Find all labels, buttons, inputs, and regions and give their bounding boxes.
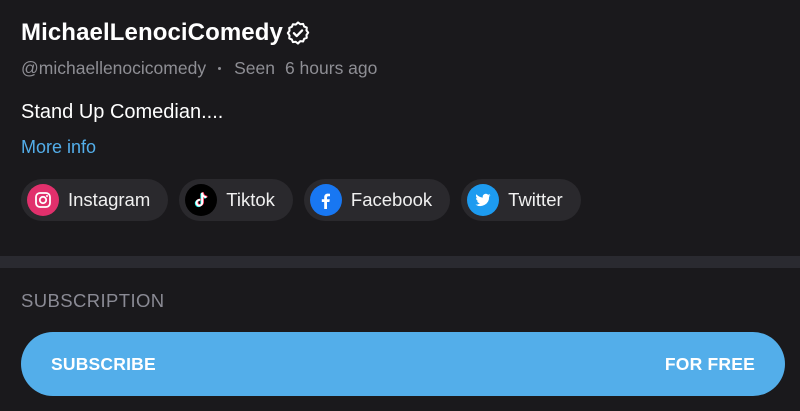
twitter-label: Twitter [508, 189, 563, 210]
facebook-icon [309, 184, 342, 216]
section-divider [0, 256, 800, 268]
tiktok-label: Tiktok [226, 189, 275, 210]
profile-handle: @michaellenocicomedy [21, 58, 207, 78]
tiktok-icon [185, 184, 218, 216]
seen-label: Seen [234, 58, 275, 78]
subscription-header: SUBSCRIPTION [21, 290, 165, 311]
subscription-section: SUBSCRIPTION SUBSCRIBE FOR FREE [0, 268, 800, 411]
profile-bio: Stand Up Comedian.... [21, 101, 224, 123]
verified-badge-icon [286, 21, 310, 45]
instagram-label: Instagram [68, 189, 151, 210]
twitter-link[interactable]: Twitter [461, 179, 581, 221]
more-info-link[interactable]: More info [21, 136, 96, 158]
facebook-label: Facebook [350, 189, 433, 210]
profile-meta: @michaellenocicomedy Seen 6 hours ago [21, 57, 377, 79]
name-row: MichaelLenociComedy [21, 16, 311, 50]
profile-section: MichaelLenociComedy @michaellenocicomedy… [0, 0, 800, 256]
seen-time: 6 hours ago [284, 58, 378, 78]
tiktok-link[interactable]: Tiktok [179, 179, 293, 221]
twitter-icon [467, 184, 500, 216]
facebook-link[interactable]: Facebook [303, 179, 451, 221]
separator-dot [218, 66, 222, 70]
subscribe-button[interactable]: SUBSCRIBE FOR FREE [21, 332, 785, 396]
profile-name: MichaelLenociComedy [21, 19, 283, 46]
subscribe-price-label: FOR FREE [664, 353, 755, 374]
social-links: Instagram Tiktok Facebook Twitter [21, 179, 592, 221]
instagram-link[interactable]: Instagram [21, 179, 169, 221]
instagram-icon [27, 184, 59, 216]
subscribe-label: SUBSCRIBE [51, 353, 156, 374]
